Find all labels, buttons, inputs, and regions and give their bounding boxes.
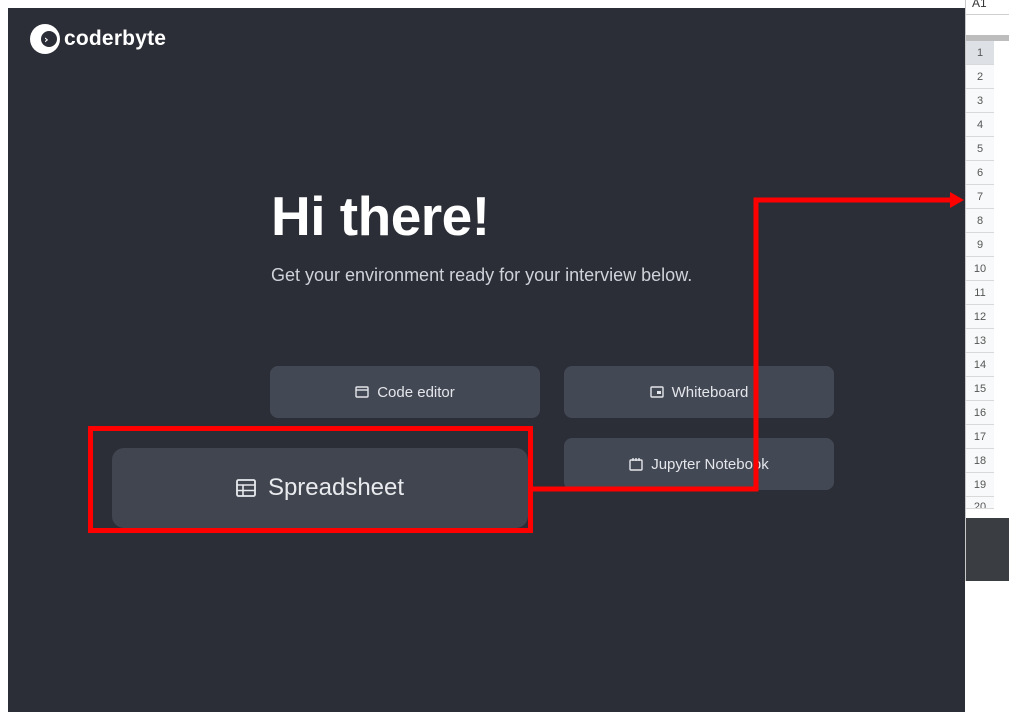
row-header[interactable]: 1	[966, 41, 994, 65]
row-header[interactable]: 3	[966, 89, 994, 113]
row-header[interactable]: 6	[966, 161, 994, 185]
cell-reference: A1	[966, 0, 1009, 15]
whiteboard-button[interactable]: Whiteboard	[564, 366, 834, 418]
whiteboard-icon	[649, 386, 664, 398]
notebook-icon	[629, 457, 643, 471]
table-icon	[236, 479, 256, 497]
spreadsheet-preview: A1 1 2 3 4 5 6 7 8 9 10 11 12 13 14 15 16 17 18 19 20	[965, 0, 1009, 581]
page-subtitle: Get your environment ready for your inte…	[271, 265, 693, 285]
row-header[interactable]: 20	[966, 497, 994, 509]
row-header[interactable]: 9	[966, 233, 994, 257]
spreadsheet-label: Spreadsheet	[267, 474, 405, 501]
row-header[interactable]: 18	[966, 449, 994, 473]
row-header[interactable]: 16	[966, 401, 994, 425]
code-editor-button[interactable]: Code editor	[270, 366, 540, 418]
row-header[interactable]: 15	[966, 377, 994, 401]
row-header[interactable]: 8	[966, 209, 994, 233]
row-header[interactable]: 10	[966, 257, 994, 281]
spreadsheet-button[interactable]: Spreadsheet	[112, 448, 528, 528]
app-window: › coderbyte Hi there! Get your environme…	[8, 8, 965, 712]
page-title: Hi there!	[271, 185, 490, 247]
row-header[interactable]: 2	[966, 65, 994, 89]
logo-mark-icon: ›	[30, 24, 60, 54]
row-header[interactable]: 19	[966, 473, 994, 497]
sheet-footer	[966, 518, 1009, 581]
window-icon	[355, 386, 369, 398]
row-header[interactable]: 13	[966, 329, 994, 353]
row-header[interactable]: 14	[966, 353, 994, 377]
row-header[interactable]: 11	[966, 281, 994, 305]
row-header[interactable]: 4	[966, 113, 994, 137]
code-editor-label: Code editor	[377, 383, 455, 401]
row-header[interactable]: 5	[966, 137, 994, 161]
row-header[interactable]: 7	[966, 185, 994, 209]
jupyter-notebook-button[interactable]: Jupyter Notebook	[564, 438, 834, 490]
row-header[interactable]: 12	[966, 305, 994, 329]
brand-name: coderbyte	[64, 27, 167, 50]
row-headers: 1 2 3 4 5 6 7 8 9 10 11 12 13 14 15 16 17 18 19 20	[966, 41, 1009, 509]
coderbyte-logo[interactable]: › coderbyte	[30, 24, 166, 54]
row-header[interactable]: 17	[966, 425, 994, 449]
jupyter-notebook-label: Jupyter Notebook	[651, 455, 769, 473]
whiteboard-label: Whiteboard	[671, 383, 749, 401]
